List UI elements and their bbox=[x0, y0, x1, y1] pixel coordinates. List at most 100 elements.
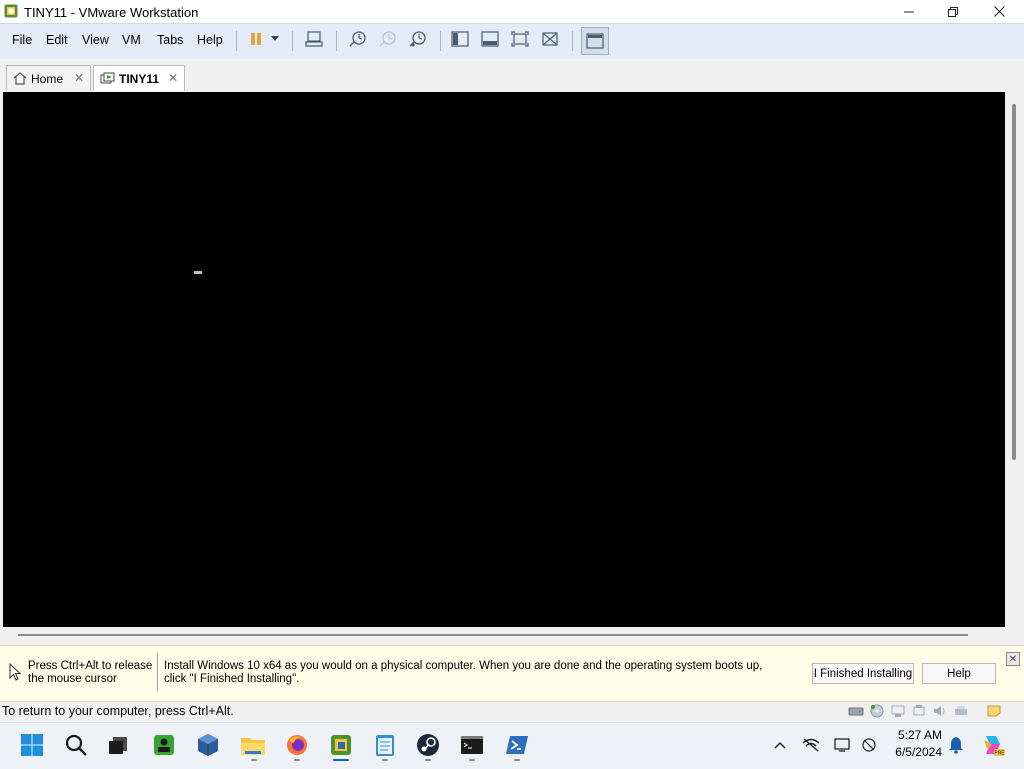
sound-card-icon[interactable] bbox=[932, 704, 948, 718]
tab-tiny11[interactable]: TINY11 ✕ bbox=[93, 65, 185, 92]
send-ctrl-alt-del-icon bbox=[305, 31, 323, 47]
cd-dvd-icon[interactable] bbox=[869, 704, 885, 718]
close-icon bbox=[993, 6, 1005, 17]
tab-home-close-icon[interactable]: ✕ bbox=[74, 71, 84, 85]
vmware-icon bbox=[331, 735, 351, 755]
snapshot-manager-button[interactable] bbox=[406, 28, 430, 50]
clock-time[interactable]: 5:27 AM bbox=[882, 728, 942, 742]
menu-edit[interactable]: Edit bbox=[46, 33, 68, 47]
restore-icon bbox=[948, 6, 958, 17]
message-log-icon[interactable] bbox=[986, 704, 1002, 718]
file-explorer-icon bbox=[241, 738, 265, 755]
tab-tiny11-label: TINY11 bbox=[119, 72, 160, 86]
thumbnail-bar-icon bbox=[481, 31, 499, 47]
network-adapter-icon[interactable] bbox=[890, 704, 906, 718]
svg-text:PRE: PRE bbox=[994, 751, 1005, 757]
menu-file[interactable]: File bbox=[12, 33, 32, 47]
send-ctrl-alt-del-button[interactable] bbox=[302, 28, 326, 50]
firefox-icon bbox=[287, 735, 307, 755]
search-icon bbox=[65, 734, 87, 756]
running-indicator bbox=[382, 759, 388, 761]
running-indicator bbox=[469, 759, 475, 761]
running-indicator bbox=[425, 759, 431, 761]
hard-disk-icon[interactable] bbox=[848, 704, 864, 718]
show-hidden-icons-button[interactable] bbox=[768, 731, 792, 759]
taskbar-powershell[interactable] bbox=[503, 731, 531, 759]
taskbar-firefox[interactable] bbox=[283, 731, 311, 759]
copilot-icon: PRE bbox=[984, 736, 1005, 757]
usb-controller-icon[interactable] bbox=[911, 704, 927, 718]
copilot-button[interactable]: PRE bbox=[978, 731, 1008, 759]
fullscreen-icon bbox=[511, 31, 529, 47]
taskbar-file-explorer[interactable] bbox=[239, 731, 267, 759]
minimize-button[interactable] bbox=[886, 0, 932, 23]
toolbar-separator bbox=[292, 31, 293, 51]
bell-icon bbox=[949, 737, 963, 754]
active-indicator bbox=[333, 759, 349, 761]
maximize-button[interactable] bbox=[930, 0, 976, 23]
notepad-icon bbox=[376, 735, 394, 756]
close-button[interactable] bbox=[976, 0, 1022, 23]
tab-home[interactable]: Home ✕ bbox=[6, 65, 91, 91]
toolbar-separator bbox=[336, 31, 337, 51]
toolbar-separator bbox=[440, 31, 441, 51]
display-icon bbox=[834, 738, 850, 752]
show-thumbnail-bar-button[interactable] bbox=[478, 28, 502, 50]
taskbar-notepad[interactable] bbox=[371, 731, 399, 759]
taskbar-virtualbox[interactable] bbox=[194, 731, 222, 759]
revert-snapshot-button[interactable] bbox=[376, 28, 400, 50]
horizontal-scrollbar-thumb[interactable] bbox=[18, 634, 968, 636]
search-button[interactable] bbox=[62, 731, 90, 759]
unity-button[interactable] bbox=[538, 28, 562, 50]
start-icon bbox=[21, 734, 43, 756]
install-instructions: Install Windows 10 x64 as you would on a… bbox=[164, 660, 763, 685]
minimize-icon bbox=[904, 11, 914, 12]
pause-icon bbox=[251, 33, 261, 45]
menu-help[interactable]: Help bbox=[197, 33, 223, 47]
notifications-button[interactable] bbox=[944, 731, 968, 759]
vmware-app-icon bbox=[4, 4, 18, 18]
toolbar-separator bbox=[572, 31, 573, 51]
unity-icon bbox=[542, 32, 558, 46]
network-disconnected-icon bbox=[802, 738, 820, 752]
i-finished-installing-button[interactable]: I Finished Installing bbox=[812, 663, 914, 684]
taskbar-steam[interactable] bbox=[414, 731, 442, 759]
tray-network-button[interactable] bbox=[799, 731, 823, 759]
snapshot-manager-icon bbox=[409, 31, 426, 47]
take-snapshot-button[interactable] bbox=[346, 28, 370, 50]
power-dropdown-button[interactable] bbox=[266, 28, 284, 50]
tab-home-label: Home bbox=[31, 71, 64, 86]
clock-date[interactable]: 6/5/2024 bbox=[882, 745, 942, 759]
snapshot-take-icon bbox=[349, 31, 366, 47]
mouse-pointer-icon bbox=[9, 662, 22, 684]
vm-console-screen[interactable] bbox=[3, 92, 1005, 627]
task-view-button[interactable] bbox=[104, 731, 132, 759]
title-bar: TINY11 - VMware Workstation bbox=[0, 0, 1024, 23]
status-message: To return to your computer, press Ctrl+A… bbox=[2, 704, 234, 718]
vertical-scrollbar-thumb[interactable] bbox=[1012, 104, 1016, 460]
tab-tiny11-close-icon[interactable]: ✕ bbox=[168, 71, 178, 85]
full-screen-button[interactable] bbox=[508, 28, 532, 50]
library-icon bbox=[451, 31, 469, 47]
hint-close-icon[interactable]: ✕ bbox=[1006, 652, 1020, 666]
hint-divider bbox=[157, 653, 158, 691]
tray-network-status-button[interactable] bbox=[857, 731, 881, 759]
globe-disconnected-icon bbox=[862, 738, 876, 752]
menu-tabs[interactable]: Tabs bbox=[157, 33, 183, 47]
taskbar-vmware[interactable] bbox=[327, 731, 355, 759]
task-view-icon bbox=[109, 737, 127, 754]
steam-icon bbox=[417, 734, 439, 756]
start-button[interactable] bbox=[18, 731, 46, 759]
taskbar-app-green[interactable] bbox=[150, 731, 178, 759]
menu-view[interactable]: View bbox=[82, 33, 109, 47]
pause-button[interactable] bbox=[244, 28, 268, 50]
running-indicator bbox=[251, 759, 257, 761]
show-library-button[interactable] bbox=[448, 28, 472, 50]
help-button[interactable]: Help bbox=[922, 663, 996, 684]
menu-vm[interactable]: VM bbox=[122, 33, 141, 47]
console-view-button[interactable] bbox=[581, 27, 609, 55]
tray-display-button[interactable] bbox=[831, 731, 855, 759]
printer-icon[interactable] bbox=[953, 704, 969, 718]
taskbar-terminal[interactable] bbox=[458, 731, 486, 759]
virtualbox-icon bbox=[198, 734, 218, 756]
